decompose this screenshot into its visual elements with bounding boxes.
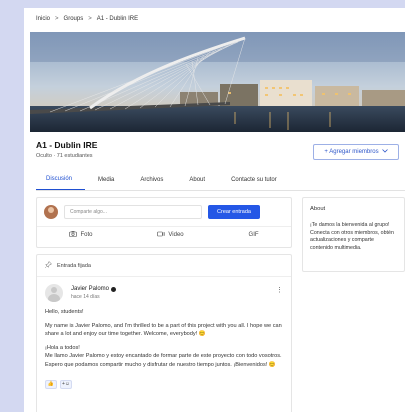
post-composer: Comparte algo... Crear entrada Foto Vide… xyxy=(36,197,292,248)
create-post-button[interactable]: Crear entrada xyxy=(208,205,260,219)
post-body: Hello, students! My name is Javier Palom… xyxy=(37,302,291,370)
group-page: Inicio > Groups > A1 - Dublin IRE A1 - D… xyxy=(24,8,405,412)
breadcrumb-separator: > xyxy=(55,16,59,22)
tab-discusion[interactable]: Discusión xyxy=(36,176,86,190)
discussion-feed: Comparte algo... Crear entrada Foto Vide… xyxy=(36,197,292,412)
breadcrumb: Inicio > Groups > A1 - Dublin IRE xyxy=(24,8,405,30)
post-paragraph: Me llamo Javier Palomo y estoy encantado… xyxy=(45,353,282,368)
breadcrumb-separator: > xyxy=(88,16,92,22)
post-paragraph: My name is Javier Palomo, and I'm thrill… xyxy=(45,322,282,338)
add-reaction-button[interactable]: +☺ xyxy=(60,379,72,389)
breadcrumb-home[interactable]: Inicio xyxy=(36,16,50,22)
tab-contacte-tutor[interactable]: Contacte su tutor xyxy=(218,177,290,190)
about-card: About ¡Te damos la bienvenida al grupo! … xyxy=(302,197,405,272)
about-text: ¡Te damos la bienvenida al grupo! Conect… xyxy=(310,222,394,251)
author-name[interactable]: Javier Palomo xyxy=(71,286,109,292)
about-title: About xyxy=(310,206,326,212)
kebab-icon[interactable]: ⋮ xyxy=(276,286,283,294)
post-paragraph: ¡Hola a todos! xyxy=(45,344,80,351)
pinned-post: Entrada fijada Javier Palomo hace 14 día… xyxy=(36,254,292,412)
pinned-label: Entrada fijada xyxy=(57,262,91,269)
breadcrumb-current: A1 - Dublin IRE xyxy=(96,16,139,22)
gif-label: GIF xyxy=(248,232,259,238)
group-tabs: Discusión Media Archivos About Contacte … xyxy=(36,169,405,191)
add-members-button[interactable]: + Agregar miembros xyxy=(313,144,399,160)
chevron-down-icon xyxy=(381,149,388,155)
like-reaction-button[interactable]: 👍 xyxy=(45,379,57,389)
camera-icon xyxy=(69,231,78,239)
group-banner-image xyxy=(30,32,405,132)
share-input[interactable]: Comparte algo... xyxy=(64,205,202,219)
reaction-bar: 👍 +☺ xyxy=(37,375,291,394)
post-paragraph: Hello, students! xyxy=(45,309,84,315)
pinned-banner: Entrada fijada xyxy=(37,255,291,277)
verified-badge-icon xyxy=(111,286,117,292)
video-icon xyxy=(157,231,166,239)
video-button[interactable]: Video xyxy=(157,231,184,239)
avatar xyxy=(44,205,58,219)
gif-button[interactable]: GIF xyxy=(249,231,259,239)
add-members-label: + Agregar miembros xyxy=(324,149,379,155)
breadcrumb-groups[interactable]: Groups xyxy=(64,16,84,22)
tab-archivos[interactable]: Archivos xyxy=(127,177,176,190)
video-label: Video xyxy=(168,232,184,238)
tab-media[interactable]: Media xyxy=(85,177,127,190)
tab-about[interactable]: About xyxy=(176,177,218,190)
post-timestamp: hace 14 días xyxy=(71,294,100,300)
photo-button[interactable]: Foto xyxy=(69,231,92,239)
group-header: A1 - Dublin IRE Oculto · 71 estudiantes … xyxy=(36,140,405,160)
photo-label: Foto xyxy=(80,232,93,238)
avatar[interactable] xyxy=(45,284,63,302)
pin-icon xyxy=(45,261,52,270)
